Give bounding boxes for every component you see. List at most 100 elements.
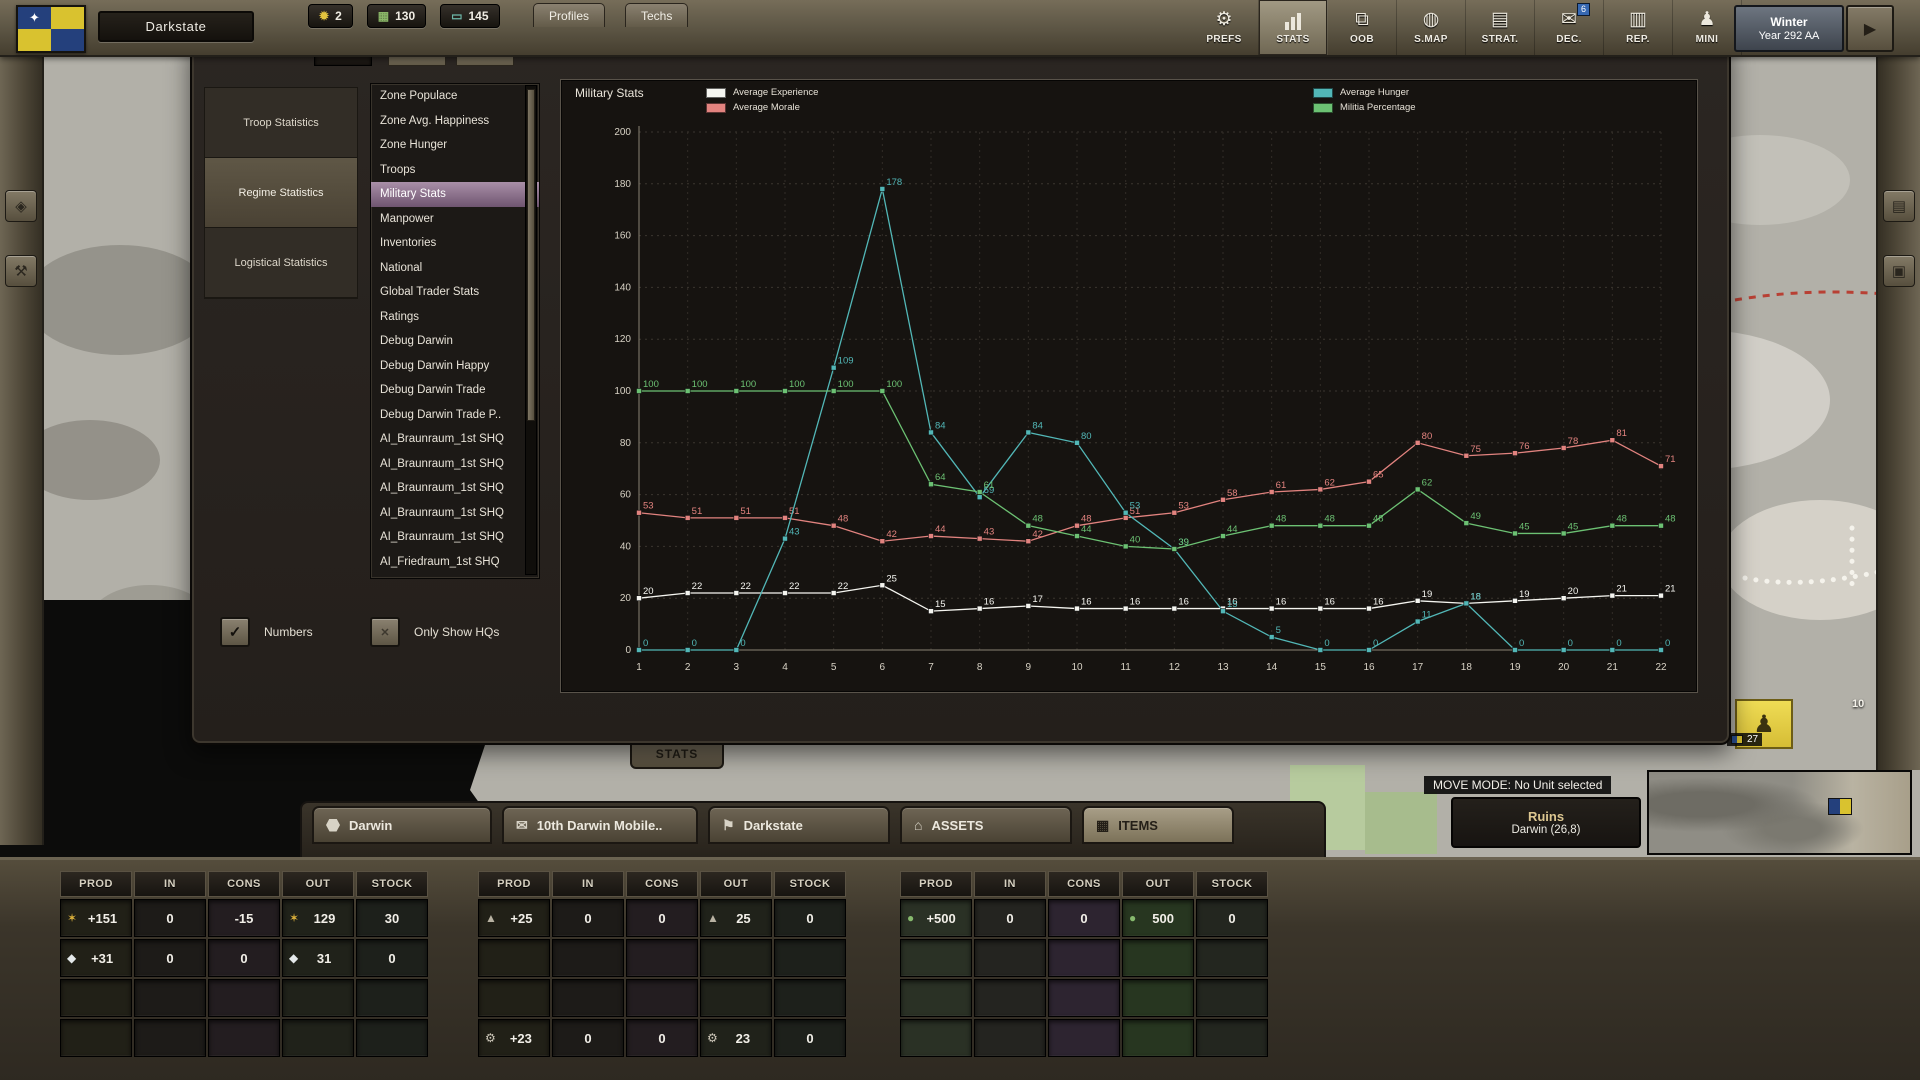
map-tool-shield-icon[interactable]: ◈ [5,190,37,222]
stat-list-item[interactable]: AI_Friedraum_1st SHQ [371,550,539,575]
regime-flag[interactable]: ✦ [16,5,86,53]
stat-list-item[interactable]: AI_Braunraum_1st SHQ [371,525,539,550]
resource-chip-grid[interactable]: ▦130 [367,4,426,28]
minimap[interactable] [1647,770,1912,855]
svg-text:42: 42 [886,529,897,540]
stat-list-item[interactable]: Military Stats [371,182,539,207]
svg-text:53: 53 [1178,501,1189,512]
resource-cell [900,979,972,1017]
stat-list-item[interactable]: National [371,256,539,281]
topbar-button-dec[interactable]: ✉DEC.6 [1535,0,1604,55]
stat-list-item[interactable]: Troops [371,158,539,183]
org-icon: ⧉ [1355,10,1369,32]
tab-techs[interactable]: Techs [625,3,688,27]
stat-list-item[interactable]: Global Trader Stats [371,280,539,305]
svg-text:53: 53 [1130,501,1141,512]
resource-column-header: STOCK [1196,871,1268,897]
resource-group-food: PRODINCONSOUTSTOCK✶+1510-15✶12930◆+3100◆… [60,871,428,1057]
resource-cell: 0 [134,899,206,937]
checkbox-box[interactable]: ✓ [220,617,250,647]
checkbox-box[interactable]: ✕ [370,617,400,647]
svg-text:65: 65 [1373,470,1384,481]
svg-text:61: 61 [1276,480,1287,491]
resource-cell [974,979,1046,1017]
svg-text:100: 100 [614,386,631,397]
stat-list-item[interactable]: AI_Braunraum_1st SHQ [371,452,539,477]
svg-text:100: 100 [886,379,902,390]
card-icon: ▭ [451,9,462,23]
resource-column-header: PROD [60,871,132,897]
report-icon: ▥ [1629,10,1647,32]
resource-value: +500 [917,911,965,926]
svg-text:19: 19 [1519,589,1530,600]
unit-flag-icon [1731,735,1743,744]
topbar-button-strat[interactable]: ▤STRAT. [1466,0,1535,55]
resource-value: 130 [395,9,415,23]
resource-value: 0 [981,911,1039,926]
stat-list-item[interactable]: Zone Avg. Happiness [371,109,539,134]
topbar-button-stats[interactable]: STATS [1259,0,1328,55]
stat-list-item[interactable]: Debug Darwin Happy [371,354,539,379]
svg-text:43: 43 [984,527,995,538]
cross-mark-icon: ✕ [380,626,389,639]
resource-chip-card[interactable]: ▭145 [440,4,499,28]
season-label: Winter [1770,15,1807,29]
svg-text:16: 16 [1324,597,1335,608]
svg-text:0: 0 [1324,638,1329,649]
svg-text:60: 60 [620,490,632,501]
topbar-button-prefs[interactable]: ⚙PREFS [1190,0,1259,55]
regime-name-plate: Darkstate [98,11,254,42]
food-icon: ✶ [67,911,77,925]
bottom-tab-items[interactable]: ▦ITEMS [1082,806,1234,844]
svg-text:21: 21 [1665,584,1676,595]
tab-profiles[interactable]: Profiles [533,3,605,27]
stats-panel-tab[interactable]: STATS [630,741,724,769]
resource-chip-star[interactable]: ✹2 [308,4,353,28]
map-tool-layers-icon[interactable]: ▤ [1883,190,1915,222]
stat-list-item[interactable]: Inventories [371,231,539,256]
bottom-tab-darkstate[interactable]: ⚑Darkstate [708,806,890,844]
water-icon: ◆ [289,951,298,965]
resource-cell [900,1019,972,1057]
resource-cell [774,979,846,1017]
topbar-button-oob[interactable]: ⧉OOB [1328,0,1397,55]
legend-swatch [1313,88,1333,98]
category-troop-statistics[interactable]: Troop Statistics [205,88,357,158]
map-tool-notes-icon[interactable]: ▣ [1883,255,1915,287]
stat-list-item[interactable]: Debug Darwin Trade [371,378,539,403]
stat-list-scrollbar[interactable] [525,85,537,575]
category-regime-statistics[interactable]: Regime Statistics [205,158,357,228]
svg-text:17: 17 [1412,662,1424,673]
topbar-button-mini[interactable]: ♟MINI [1673,0,1742,55]
bottom-tab-darwin[interactable]: Darwin [312,806,492,844]
svg-text:5: 5 [831,662,837,673]
category-logistical-statistics[interactable]: Logistical Statistics [205,228,357,298]
scrollbar-thumb[interactable] [527,89,535,421]
resource-value: +31 [79,951,125,966]
stat-list-item[interactable]: Debug Darwin [371,329,539,354]
stat-list-item[interactable]: AI_Braunraum_1st SHQ [371,501,539,526]
svg-text:13: 13 [1217,662,1229,673]
svg-text:19: 19 [1509,662,1521,673]
stat-list-item[interactable]: Debug Darwin Trade P.. [371,403,539,428]
bottom-tabs: Darwin ✉10th Darwin Mobile.. ⚑Darkstate ⌂AS… [312,806,1234,844]
topbar-button-rep[interactable]: ▥REP. [1604,0,1673,55]
bottom-tab-assets[interactable]: ⌂ASSETS [900,806,1072,844]
topbar-button-smap[interactable]: ◍S.MAP [1397,0,1466,55]
svg-text:15: 15 [1315,662,1327,673]
end-turn-arrow-icon[interactable]: ▶ [1846,5,1894,52]
stat-list-item[interactable]: AI_Braunraum_1st SHQ [371,427,539,452]
bottom-tab-label: ITEMS [1118,818,1158,833]
stat-list-item[interactable]: Manpower [371,207,539,232]
resource-value: 0 [633,1031,691,1046]
stat-list-item[interactable]: AI_Braunraum_1st SHQ [371,476,539,501]
resource-value: 0 [363,951,421,966]
numbers-checkbox[interactable]: ✓ Numbers [220,617,313,647]
stat-list-item[interactable]: Zone Hunger [371,133,539,158]
map-tool-engineer-icon[interactable]: ⚒ [5,255,37,287]
bottom-tab-10th-darwin-mobile[interactable]: ✉10th Darwin Mobile.. [502,806,698,844]
stat-list-item[interactable]: Ratings [371,305,539,330]
stat-list-item[interactable]: Zone Populace [371,84,539,109]
only-show-hqs-checkbox[interactable]: ✕ Only Show HQs [370,617,499,647]
resource-cell [774,939,846,977]
